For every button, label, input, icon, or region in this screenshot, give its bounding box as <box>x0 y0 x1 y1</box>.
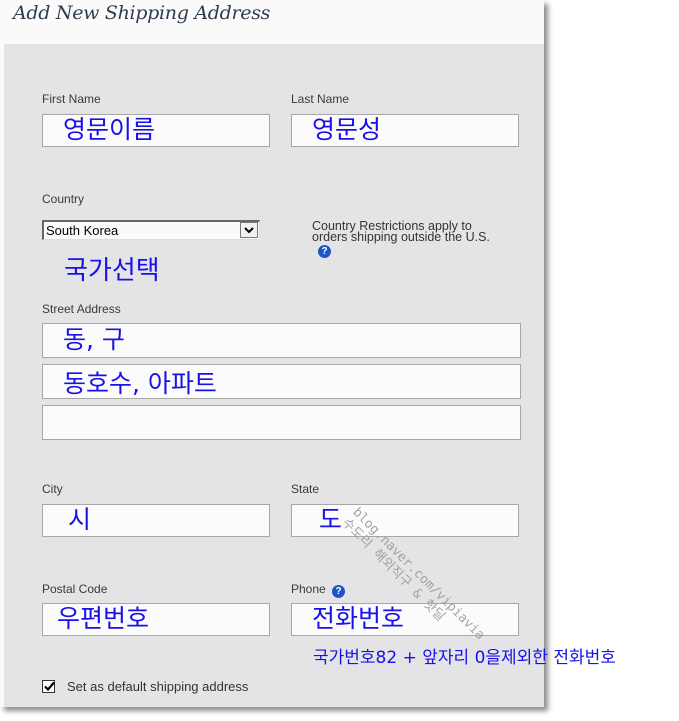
phone-label: Phone ? <box>291 582 346 598</box>
default-address-label: Set as default shipping address <box>67 679 249 694</box>
state-label: State <box>291 482 320 496</box>
country-label: Country <box>42 192 85 206</box>
phone-label-text: Phone <box>291 582 326 596</box>
restriction-note-line2: orders shipping outside the U.S. <box>312 230 490 244</box>
last-name-input[interactable]: 영문성 <box>291 114 519 147</box>
last-name-label: Last Name <box>291 92 350 106</box>
dialog-title: Add New Shipping Address <box>13 2 271 24</box>
street-address-line1-input[interactable]: 동, 구 <box>42 323 521 358</box>
street-address-line2-value: 동호수, 아파트 <box>63 369 217 398</box>
default-address-checkbox[interactable] <box>42 680 55 693</box>
help-icon[interactable]: ? <box>332 585 346 598</box>
state-value: 도 <box>319 505 343 534</box>
postal-code-value: 우편번호 <box>57 604 150 633</box>
city-value: 시 <box>68 505 92 534</box>
chevron-down-icon[interactable] <box>240 222 258 238</box>
street-address-label: Street Address <box>42 302 121 316</box>
street-address-line3-input[interactable] <box>42 405 521 440</box>
country-select[interactable]: South Korea <box>42 220 260 240</box>
street-address-line2-input[interactable]: 동호수, 아파트 <box>42 364 521 399</box>
first-name-label: First Name <box>42 92 101 106</box>
last-name-value: 영문성 <box>312 115 382 144</box>
postal-code-label: Postal Code <box>42 582 108 596</box>
first-name-value: 영문이름 <box>63 115 156 144</box>
country-selected-value: South Korea <box>46 223 119 238</box>
city-label: City <box>42 482 63 496</box>
dialog-header: Add New Shipping Address <box>0 0 544 44</box>
state-input[interactable]: 도 <box>291 504 519 537</box>
help-icon[interactable]: ? <box>318 245 331 258</box>
street-address-line1-value: 동, 구 <box>63 325 125 354</box>
checkmark-icon <box>44 681 55 692</box>
country-hint-annotation: 국가선택 <box>64 256 160 286</box>
postal-code-input[interactable]: 우편번호 <box>42 603 270 636</box>
first-name-input[interactable]: 영문이름 <box>42 114 270 147</box>
country-restriction-note: Country Restrictions apply to orders shi… <box>312 220 532 258</box>
city-input[interactable]: 시 <box>42 504 270 537</box>
phone-value: 전화번호 <box>312 604 405 633</box>
